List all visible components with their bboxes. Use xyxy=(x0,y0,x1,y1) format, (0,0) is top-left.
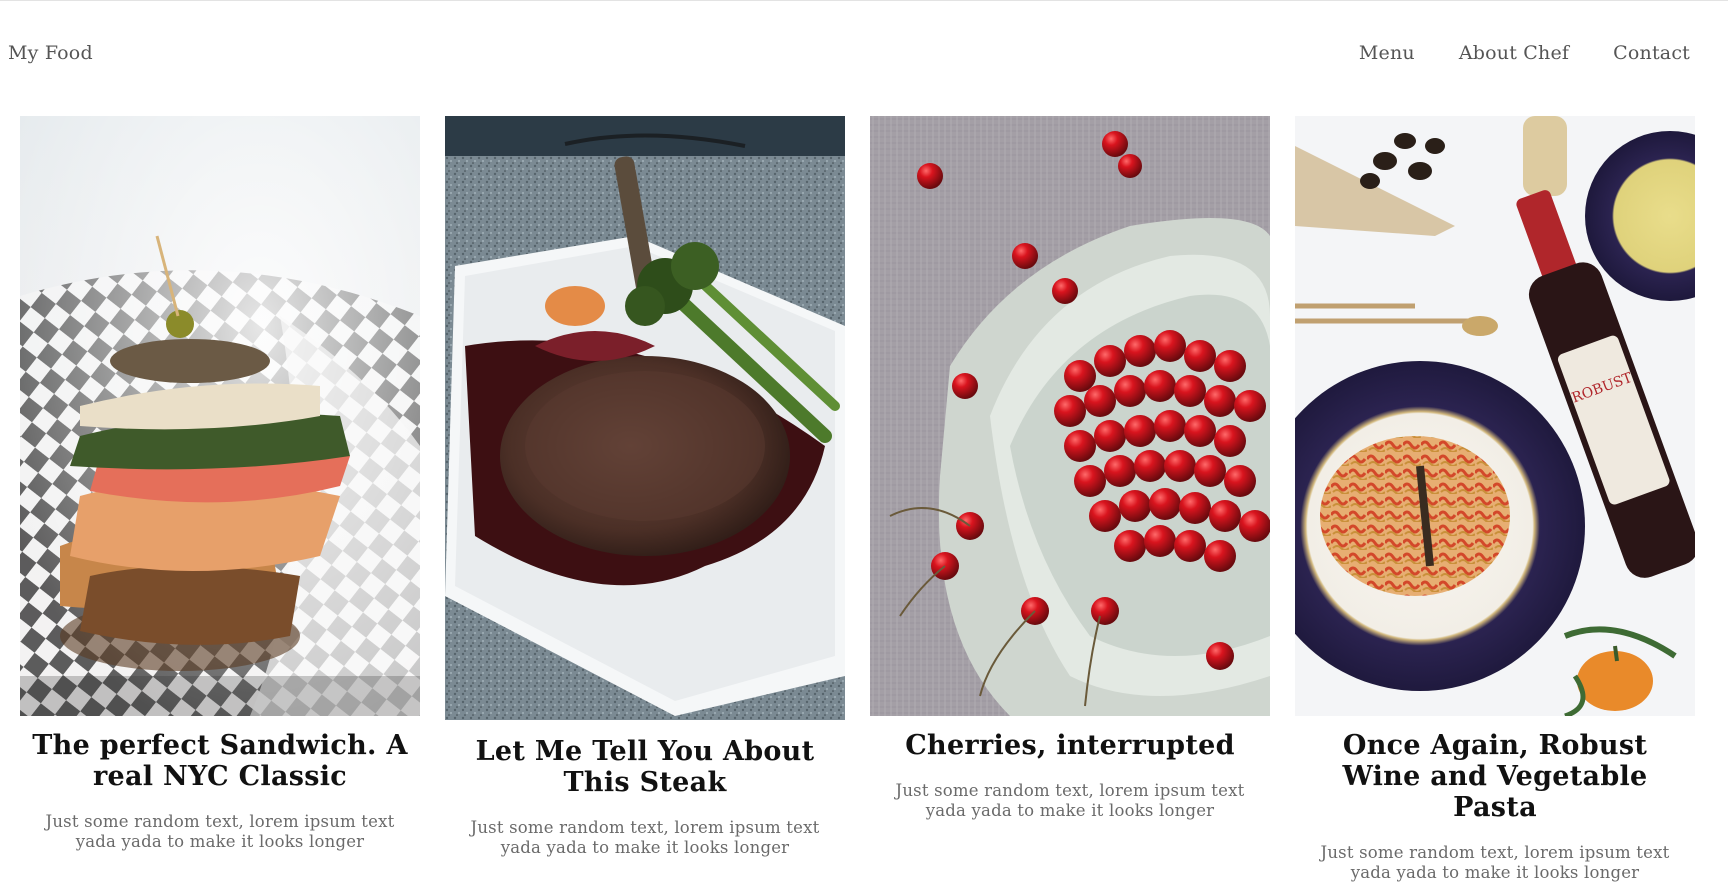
card-description: Just some random text, lorem ipsum text … xyxy=(1320,843,1670,882)
card-title[interactable]: The perfect Sandwich. A real NYC Classic xyxy=(26,730,414,792)
wine-pasta-photo[interactable]: ROBUST xyxy=(1295,116,1695,716)
recipe-card-sandwich[interactable]: The perfect Sandwich. A real NYC Classic… xyxy=(20,116,420,883)
steak-image xyxy=(445,116,845,720)
sandwich-image xyxy=(20,116,420,716)
recipe-grid: The perfect Sandwich. A real NYC Classic… xyxy=(20,116,1696,883)
card-description: Just some random text, lorem ipsum text … xyxy=(45,812,395,851)
card-title[interactable]: Let Me Tell You About This Steak xyxy=(451,736,839,798)
steak-photo[interactable] xyxy=(445,116,845,720)
sandwich-photo[interactable] xyxy=(20,116,420,716)
card-title[interactable]: Once Again, Robust Wine and Vegetable Pa… xyxy=(1301,730,1689,823)
card-description: Just some random text, lorem ipsum text … xyxy=(470,818,820,857)
card-title[interactable]: Cherries, interrupted xyxy=(876,730,1264,761)
card-description: Just some random text, lorem ipsum text … xyxy=(895,781,1245,820)
nav-about-chef-link[interactable]: About Chef xyxy=(1459,42,1569,64)
recipe-card-cherries[interactable]: Cherries, interrupted Just some random t… xyxy=(870,116,1270,883)
nav-menu-link[interactable]: Menu xyxy=(1359,42,1415,64)
recipe-card-steak[interactable]: Let Me Tell You About This Steak Just so… xyxy=(445,116,845,883)
brand-link[interactable]: My Food xyxy=(8,42,93,64)
nav-contact-link[interactable]: Contact xyxy=(1613,42,1690,64)
navbar: My Food Menu About Chef Contact xyxy=(0,0,1728,110)
main-nav: Menu About Chef Contact xyxy=(1359,42,1690,64)
cherries-photo[interactable] xyxy=(870,116,1270,716)
wine-pasta-image: ROBUST xyxy=(1295,116,1695,716)
recipe-card-wine-pasta[interactable]: ROBUST Once Again, Robust Wine and Veget… xyxy=(1295,116,1695,883)
cherries-image xyxy=(870,116,1270,716)
